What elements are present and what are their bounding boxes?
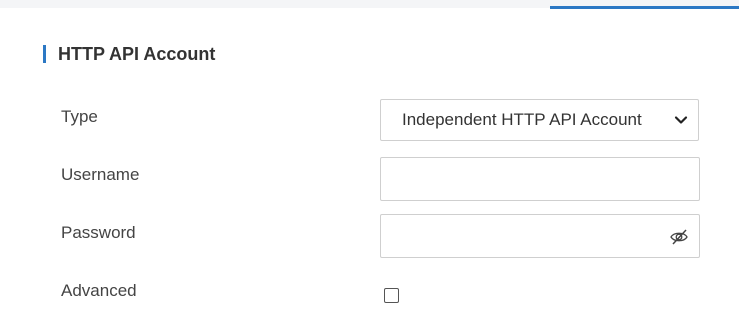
username-input[interactable]: [380, 157, 700, 201]
active-tab-indicator: [550, 6, 739, 9]
type-select-value: Independent HTTP API Account: [402, 110, 642, 129]
chevron-down-icon: [674, 116, 688, 124]
section-accent-bar: [43, 45, 46, 63]
section-title: HTTP API Account: [58, 43, 216, 64]
password-label: Password: [61, 223, 136, 242]
type-select[interactable]: Independent HTTP API Account: [380, 99, 699, 141]
section-header: HTTP API Account: [43, 43, 215, 65]
username-label: Username: [61, 165, 140, 184]
type-label: Type: [61, 107, 98, 126]
advanced-label: Advanced: [61, 281, 137, 300]
password-input[interactable]: [380, 214, 700, 258]
advanced-checkbox[interactable]: [384, 288, 399, 303]
eye-hidden-icon[interactable]: [669, 227, 689, 247]
